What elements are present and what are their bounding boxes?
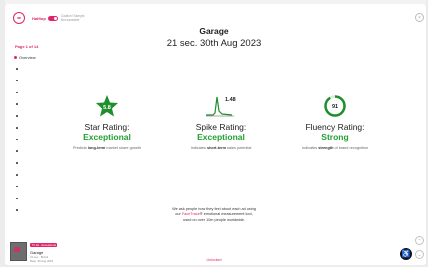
sidebar-nav-item[interactable] <box>16 79 18 82</box>
spike-chart-icon: 1.48 <box>166 94 276 118</box>
accessibility-icon[interactable]: ♿ <box>400 248 412 260</box>
sidebar-nav-item[interactable] <box>16 103 18 105</box>
sidebar-nav-item[interactable] <box>16 115 18 117</box>
star-icon: 5.8 <box>52 94 162 118</box>
metric-fluency-rating: 91 Fluency Rating: Strong Indicates stre… <box>280 94 390 150</box>
metric-name: Spike Rating: <box>195 122 247 132</box>
page-subtitle: 21 sec. 30th Aug 2023 <box>166 38 262 49</box>
sidebar-nav-item[interactable] <box>16 150 18 153</box>
sidebar-nav-item[interactable] <box>16 91 18 94</box>
star-rating-value: 5.8 <box>103 105 111 111</box>
scroll-up-icon[interactable]: ⌃ <box>415 236 424 245</box>
sidebar-nav-item[interactable] <box>16 126 18 129</box>
metric-description: Predicts long-term market share growth <box>73 146 141 150</box>
sidebar-nav-item[interactable] <box>16 138 18 141</box>
sidebar-nav-item[interactable] <box>16 185 18 188</box>
spike-rating-value: 1.48 <box>225 97 236 103</box>
metric-spike-rating: 1.48 Spike Rating: Exceptional Indicates… <box>166 94 276 150</box>
metric-rating: Exceptional <box>83 132 131 142</box>
sidebar-nav-item[interactable] <box>16 197 18 200</box>
metric-star-rating: 5.8 Star Rating: Exceptional Predicts lo… <box>52 94 162 150</box>
active-dot-icon <box>14 56 17 59</box>
sample-toggle[interactable]: Halftop Caution! Sample. Not saveable <box>32 14 87 22</box>
methodology-note: We ask people how they feel about each a… <box>172 207 256 222</box>
sidebar-nav-item[interactable] <box>16 174 18 176</box>
metric-rating: Strong <box>321 132 349 142</box>
sidebar-nav-item[interactable] <box>16 209 18 211</box>
metric-name: Star Rating: <box>84 122 130 132</box>
toggle-hint: Caution! Sample. Not saveable <box>60 14 86 22</box>
sidebar-item-label: Overview <box>19 55 36 60</box>
metric-description: Indicates strength of brand recognition <box>301 146 369 150</box>
brand-logo[interactable]: IIIII <box>13 12 25 24</box>
ad-rating-badge: Exceptional <box>40 243 58 247</box>
close-icon[interactable]: × <box>415 13 424 22</box>
metric-name: Fluency Rating: <box>305 122 365 132</box>
metric-description: Indicates short-term sales potential <box>190 146 252 150</box>
scroll-down-icon[interactable]: ⌄ <box>415 250 424 259</box>
fluency-gauge-icon: 91 <box>280 94 390 118</box>
metric-rating: Exceptional <box>197 132 245 142</box>
unlocked-label: Unlocked <box>206 258 222 262</box>
facetrace-link[interactable]: FaceTrace <box>182 212 200 216</box>
toggle-switch[interactable] <box>47 16 58 22</box>
fluency-rating-value: 91 <box>332 104 338 110</box>
sidebar-nav-item[interactable] <box>16 68 18 70</box>
page-indicator: Page 1 of 14 <box>15 44 39 49</box>
sidebar-nav-dots <box>16 68 18 221</box>
sidebar-nav-item[interactable] <box>16 162 18 164</box>
sidebar-item-overview[interactable]: Overview <box>14 55 36 60</box>
toggle-label: Halftop <box>32 16 46 22</box>
page-title: Garage <box>199 26 229 36</box>
